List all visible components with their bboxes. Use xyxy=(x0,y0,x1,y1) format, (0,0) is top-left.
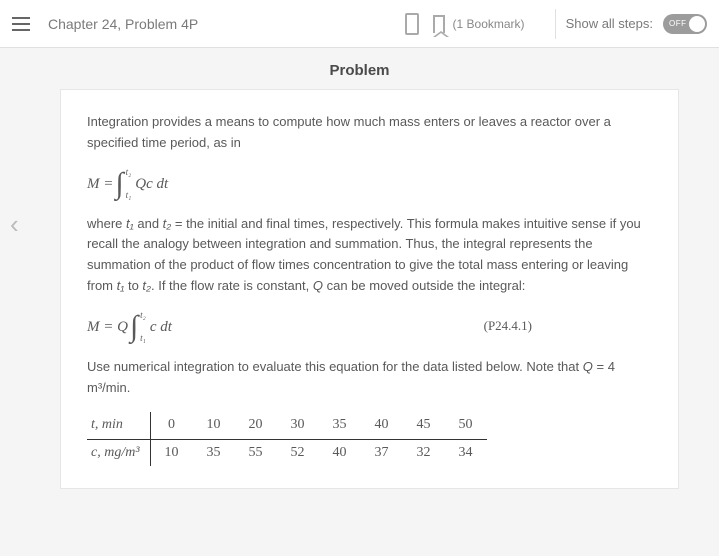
equation-1: M = ∫ t₂ t₁ Qc dt xyxy=(87,168,652,200)
instruction-paragraph: Use numerical integration to evaluate th… xyxy=(87,357,652,399)
bookmark-icon xyxy=(433,15,445,33)
integral-icon: ∫ xyxy=(130,315,138,339)
eq1-lhs: M = xyxy=(87,172,113,196)
bookmark-count: (1 Bookmark) xyxy=(453,17,525,31)
show-steps-toggle[interactable]: OFF xyxy=(663,14,707,34)
eq1-lower-limit: t₁ xyxy=(126,191,132,200)
device-icon[interactable] xyxy=(405,13,419,35)
table-row: c, mg/m³ 10 35 55 52 40 37 32 34 xyxy=(87,439,487,466)
t-label: t, min xyxy=(91,417,123,432)
eq2-lhs: M = Q xyxy=(87,315,128,339)
c-label: c, mg/m³ xyxy=(91,445,140,460)
explanation-paragraph: where t₁ and t₂ = the initial and final … xyxy=(87,214,652,297)
divider xyxy=(555,9,556,39)
eq1-body: Qc dt xyxy=(135,172,168,196)
eq1-upper-limit: t₂ xyxy=(126,168,132,177)
header-bar: Chapter 24, Problem 4P (1 Bookmark) Show… xyxy=(0,0,719,48)
show-steps-label: Show all steps: xyxy=(566,16,653,31)
bookmark-button[interactable]: (1 Bookmark) xyxy=(433,15,525,33)
equation-label: (P24.4.1) xyxy=(484,316,652,337)
problem-card: Integration provides a means to compute … xyxy=(60,89,679,489)
eq2-lower-limit: t₁ xyxy=(140,334,146,343)
integral-icon: ∫ xyxy=(115,172,123,196)
table-row: t, min 0 10 20 30 35 40 45 50 xyxy=(87,412,487,439)
section-heading: Problem xyxy=(0,48,719,89)
menu-icon[interactable] xyxy=(12,17,30,31)
eq2-upper-limit: t₂ xyxy=(140,311,146,320)
prev-arrow-icon[interactable]: ‹ xyxy=(10,209,19,240)
toggle-knob xyxy=(689,16,705,32)
data-table: t, min 0 10 20 30 35 40 45 50 c, mg/m³ 1… xyxy=(87,412,487,466)
intro-paragraph: Integration provides a means to compute … xyxy=(87,112,652,154)
page-title: Chapter 24, Problem 4P xyxy=(48,16,198,32)
toggle-state-text: OFF xyxy=(669,19,687,28)
equation-2: M = Q ∫ t₂ t₁ c dt (P24.4.1) xyxy=(87,311,652,343)
eq2-body: c dt xyxy=(150,315,172,339)
